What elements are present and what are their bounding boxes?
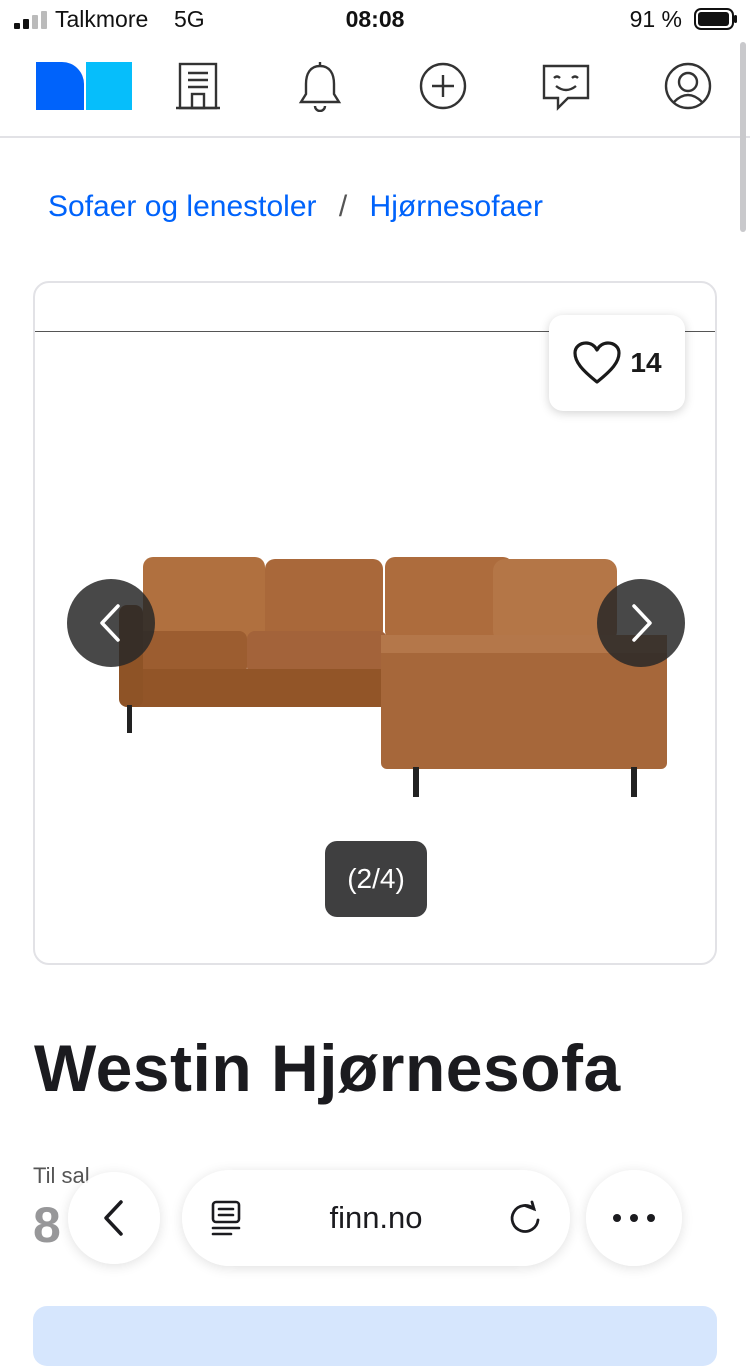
profile-icon[interactable]: [660, 58, 716, 114]
chevron-left-icon: [100, 604, 120, 642]
breadcrumb: Sofaer og lenestoler / Hjørnesofaer: [48, 190, 543, 224]
next-image-button[interactable]: [597, 579, 685, 667]
breadcrumb-separator: /: [338, 190, 348, 223]
bell-icon[interactable]: [292, 58, 348, 114]
chevron-left-icon: [104, 1200, 123, 1236]
image-counter: (2/4): [325, 841, 427, 917]
heart-icon: [573, 341, 622, 384]
image-gallery[interactable]: 14 (2/4): [33, 281, 717, 965]
finn-logo[interactable]: [36, 62, 132, 110]
status-bar: Talkmore 5G 08:08 91 %: [0, 0, 750, 42]
address-bar[interactable]: finn.no: [182, 1170, 570, 1266]
battery-icon: [694, 8, 737, 30]
reload-icon[interactable]: [508, 1200, 542, 1236]
company-icon[interactable]: [170, 58, 226, 114]
favorite-button[interactable]: 14: [549, 315, 685, 411]
plus-circle-icon[interactable]: [415, 58, 471, 114]
favorite-count: 14: [630, 347, 662, 378]
breadcrumb-link-corner-sofas[interactable]: Hjørnesofaer: [370, 190, 543, 223]
breadcrumb-link-sofas[interactable]: Sofaer og lenestoler: [48, 190, 317, 223]
info-card: [33, 1306, 717, 1366]
ellipsis-icon: [613, 1214, 655, 1222]
listing-title: Westin Hjørnesofa: [34, 1031, 621, 1105]
previous-image-button[interactable]: [67, 579, 155, 667]
messages-icon[interactable]: [538, 58, 594, 114]
more-options-button[interactable]: [586, 1170, 682, 1266]
chevron-right-icon: [632, 604, 652, 642]
page-scrollbar[interactable]: [740, 42, 746, 232]
top-navigation: [0, 42, 750, 138]
price: 8: [33, 1197, 61, 1253]
sofa-image: [119, 557, 667, 797]
browser-back-button[interactable]: [68, 1172, 160, 1264]
battery-percent: 91 %: [629, 6, 682, 32]
